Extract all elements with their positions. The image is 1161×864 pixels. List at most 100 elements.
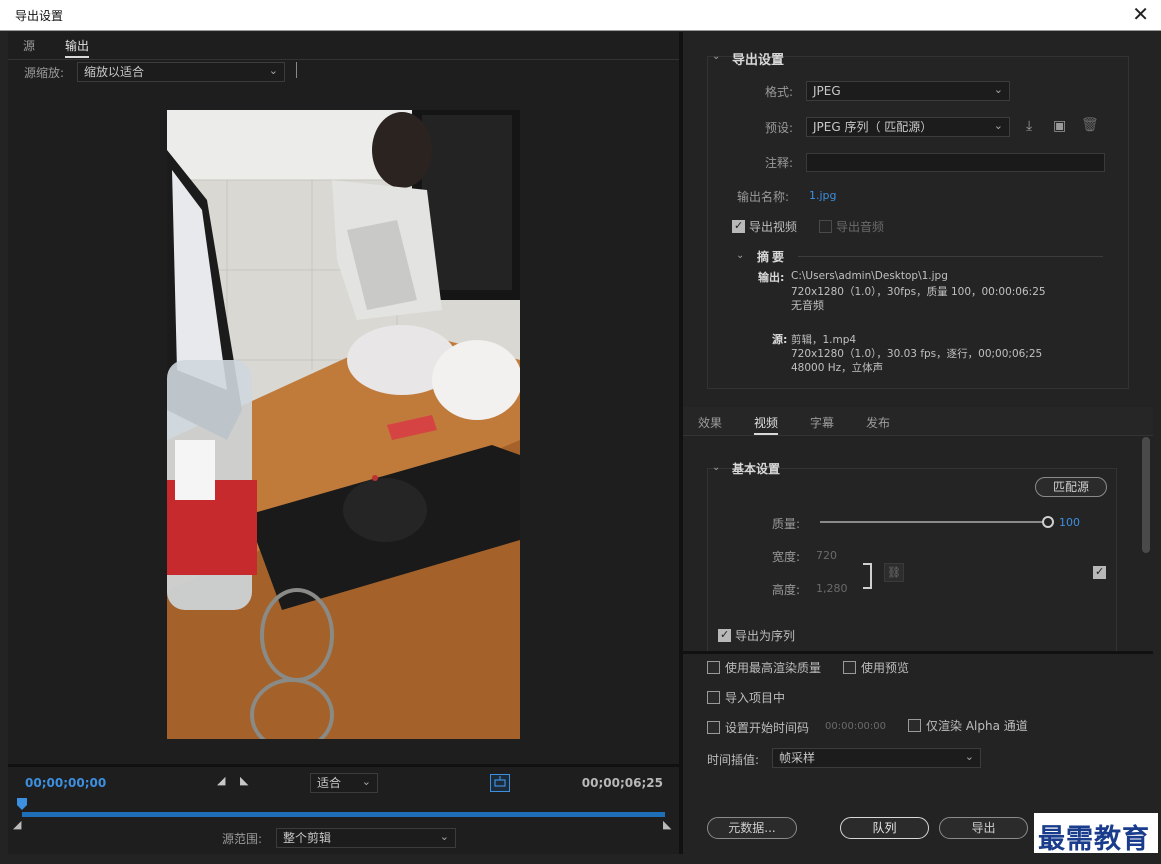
divider [798, 256, 1103, 257]
mark-in-icon[interactable]: ◢ [217, 774, 225, 787]
tab-video[interactable]: 视频 [754, 414, 779, 435]
render-alpha-label: 仅渲染 Alpha 通道 [926, 719, 1028, 733]
summary-source-line-1: 剪辑，1.mp4 [791, 334, 857, 346]
output-name-link[interactable]: 1.jpg [809, 189, 837, 202]
export-audio-checkbox[interactable] [819, 220, 832, 233]
link-icon[interactable]: ⛓ [884, 563, 904, 582]
divider [8, 764, 679, 767]
summary-output-line-2: 720x1280（1.0），30fps，质量 100，00:00:06:25 [791, 286, 1046, 298]
quality-slider-fill [820, 521, 1048, 523]
title-bar: 导出设置 ✕ [0, 0, 1161, 31]
scale-checkbox[interactable] [1093, 565, 1106, 579]
settings-scrollbar[interactable] [1142, 437, 1150, 553]
quality-value[interactable]: 100 [1059, 516, 1080, 529]
current-timecode[interactable]: 00;00;00;00 [25, 776, 106, 790]
height-value[interactable]: 1,280 [816, 582, 848, 595]
panel-splitter[interactable] [679, 32, 683, 854]
export-video-label: 导出视频 [749, 220, 798, 234]
quality-slider-handle[interactable] [1042, 516, 1054, 528]
width-value[interactable]: 720 [816, 549, 837, 562]
export-settings-heading: 导出设置 [732, 53, 785, 68]
summary-output-label: 输出: [758, 271, 785, 284]
max-render-quality-checkbox[interactable] [707, 661, 720, 674]
max-render-quality-label: 使用最高渲染质量 [725, 661, 822, 675]
width-label: 宽度: [772, 550, 801, 564]
comment-label: 注释: [765, 156, 794, 170]
preset-label: 预设: [765, 121, 794, 135]
import-into-project-checkbox[interactable] [707, 691, 720, 704]
time-interpolation-value: 帧采样 [779, 751, 816, 765]
export-sequence-label: 导出为序列 [735, 629, 796, 643]
summary-output-line-1: C:\Users\admin\Desktop\1.jpg [791, 270, 948, 282]
source-scale-dropdown[interactable]: 缩放以适合 ⌄ [77, 62, 285, 82]
tab-effects[interactable]: 效果 [698, 414, 722, 431]
source-scale-label: 源缩放: [24, 66, 65, 80]
source-range-value: 整个剪辑 [283, 831, 332, 845]
preset-value: JPEG 序列（ 匹配源） [813, 120, 933, 134]
start-timecode-value[interactable]: 00:00:00:00 [825, 721, 886, 732]
summary-source-label: 源: [772, 333, 788, 346]
render-alpha-checkbox[interactable] [908, 719, 921, 732]
comment-input[interactable] [806, 153, 1105, 172]
mark-out-icon[interactable]: ◣ [240, 774, 248, 787]
right-panel: ⌄ 导出设置 格式: JPEG ⌄ 预设: JPEG 序列（ 匹配源） ⌄ ⤓ … [683, 32, 1153, 854]
export-audio-label: 导出音频 [836, 220, 885, 234]
chevron-down-icon: ⌄ [439, 830, 449, 843]
match-source-button[interactable]: 匹配源 [1035, 477, 1107, 497]
chevron-down-icon: ⌄ [361, 775, 371, 788]
fit-dropdown[interactable]: 适合 ⌄ [310, 773, 378, 793]
tab-captions[interactable]: 字幕 [810, 414, 834, 431]
collapse-chevron-icon[interactable]: ⌄ [712, 51, 720, 62]
quality-label: 质量: [772, 517, 801, 531]
divider [683, 651, 1153, 654]
save-preset-icon[interactable]: ⤓ [1026, 118, 1032, 134]
queue-button[interactable]: 队列 [840, 817, 929, 839]
quality-slider-track[interactable] [820, 521, 1048, 523]
basic-chevron-icon[interactable]: ⌄ [712, 462, 720, 473]
fit-value: 适合 [317, 776, 342, 790]
time-interpolation-label: 时间插值: [707, 753, 760, 767]
chevron-down-icon: ⌄ [964, 750, 974, 763]
playhead-icon [17, 798, 27, 810]
chevron-down-icon: ⌄ [993, 119, 1003, 132]
out-point-handle[interactable]: ◣ [663, 818, 671, 831]
format-label: 格式: [765, 85, 794, 99]
end-timecode: 00;00;06;25 [581, 776, 663, 790]
use-preview-checkbox[interactable] [843, 661, 856, 674]
close-icon[interactable]: ✕ [1132, 3, 1149, 25]
divider [8, 59, 679, 60]
window-title: 导出设置 [15, 9, 64, 23]
tab-publish[interactable]: 发布 [866, 414, 890, 431]
summary-chevron-icon[interactable]: ⌄ [736, 250, 744, 261]
time-interpolation-dropdown[interactable]: 帧采样 ⌄ [772, 748, 981, 768]
preset-dropdown[interactable]: JPEG 序列（ 匹配源） ⌄ [806, 117, 1010, 137]
source-range-dropdown[interactable]: 整个剪辑 ⌄ [276, 828, 456, 848]
watermark-text: 最需教育 [1038, 824, 1150, 855]
set-start-timecode-label: 设置开始时间码 [725, 721, 810, 735]
watermark-logo: 最需教育 [1034, 813, 1158, 855]
delete-preset-icon[interactable]: 🗑 [1081, 117, 1099, 133]
chevron-down-icon: ⌄ [268, 64, 278, 77]
video-preview [167, 110, 520, 739]
timeline-track[interactable] [22, 812, 665, 817]
set-start-timecode-checkbox[interactable] [707, 721, 720, 734]
export-sequence-checkbox[interactable] [718, 628, 731, 642]
preview-frame-image [167, 110, 520, 739]
export-video-checkbox[interactable] [732, 219, 745, 233]
tab-source[interactable]: 源 [23, 37, 35, 54]
aspect-toggle-button[interactable] [490, 774, 510, 792]
source-scale-value: 缩放以适合 [84, 65, 145, 79]
tab-output[interactable]: 输出 [65, 37, 90, 58]
metadata-button[interactable]: 元数据... [707, 817, 797, 839]
in-point-handle[interactable]: ◢ [13, 818, 21, 831]
playhead[interactable] [17, 798, 27, 810]
text-cursor [296, 62, 297, 78]
import-preset-icon[interactable]: ▣ [1053, 118, 1066, 134]
basic-settings-heading: 基本设置 [732, 462, 781, 476]
height-label: 高度: [772, 583, 801, 597]
export-button[interactable]: 导出 [939, 817, 1028, 839]
summary-source-line-2: 720x1280（1.0），30.03 fps，逐行，00;00;06;25 [791, 348, 1043, 360]
use-preview-label: 使用预览 [861, 661, 910, 675]
format-dropdown[interactable]: JPEG ⌄ [806, 81, 1010, 101]
aspect-icon [494, 776, 506, 787]
